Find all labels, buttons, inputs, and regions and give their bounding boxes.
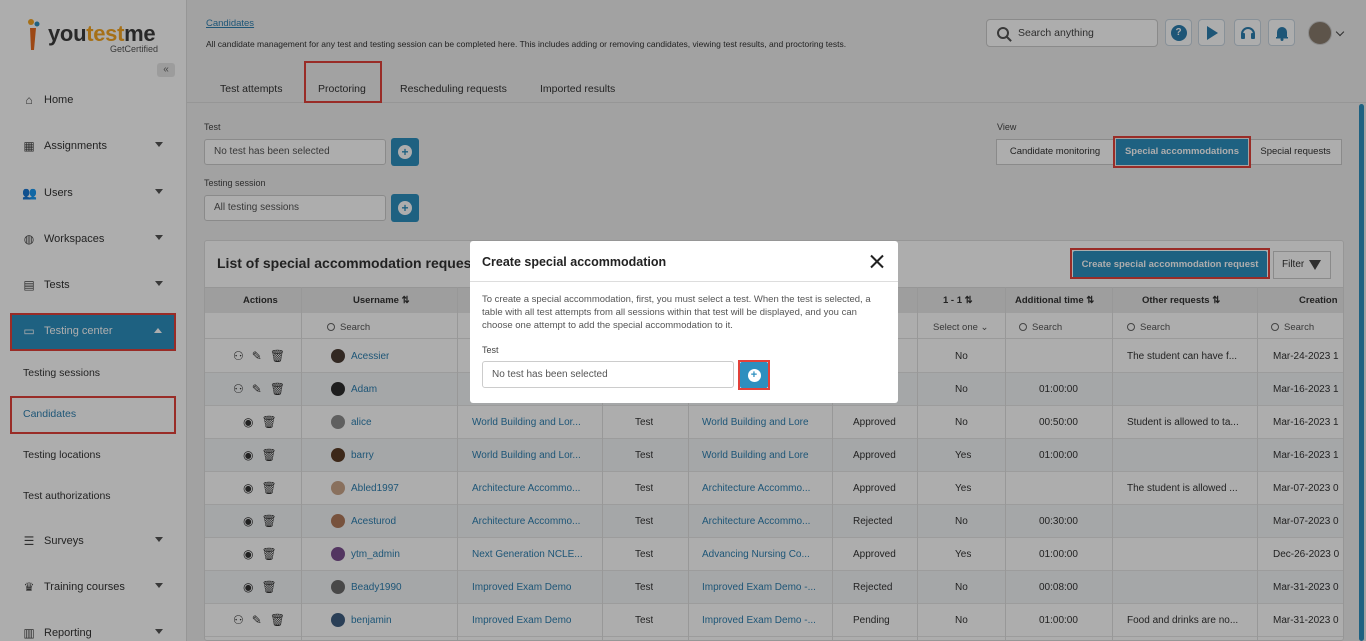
close-icon[interactable]: [868, 253, 886, 271]
dialog-select-test-button[interactable]: +: [740, 362, 768, 388]
dialog-test-field[interactable]: No test has been selected: [482, 361, 734, 388]
dialog-test-label: Test: [482, 345, 499, 355]
dialog-instructions: To create a special accommodation, first…: [482, 294, 871, 331]
plus-icon: +: [747, 368, 761, 382]
create-accommodation-dialog: Create special accommodation To create a…: [470, 241, 898, 403]
dialog-title: Create special accommodation: [470, 241, 898, 282]
